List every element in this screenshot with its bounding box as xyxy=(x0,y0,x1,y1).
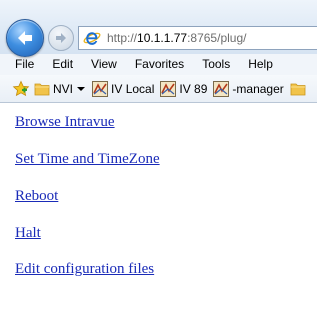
page-content: Browse Intravue Set Time and TimeZone Re… xyxy=(0,104,317,330)
address-bar[interactable]: http://10.1.1.77:8765/plug/ xyxy=(78,26,317,50)
link-reboot[interactable]: Reboot xyxy=(15,188,58,205)
favorite-iv-local[interactable]: IV Local xyxy=(92,80,155,97)
favorite-label: IV Local xyxy=(111,81,155,96)
menu-favorites[interactable]: Favorites xyxy=(126,54,193,75)
url-suffix: :8765/plug/ xyxy=(187,31,247,45)
favorite-folder-nvi[interactable]: NVI xyxy=(34,82,86,96)
menu-bar: File Edit View Favorites Tools Help xyxy=(0,54,317,75)
intravue-icon xyxy=(213,80,230,97)
favorite-label: NVI xyxy=(53,81,74,96)
menu-file[interactable]: File xyxy=(0,54,43,75)
menu-help[interactable]: Help xyxy=(239,54,282,75)
favorite-label: -manager xyxy=(232,81,284,96)
forward-arrow-icon xyxy=(56,33,66,43)
url-host: 10.1.1.77 xyxy=(137,31,188,45)
internet-explorer-icon xyxy=(83,29,101,47)
favorites-star-icon xyxy=(12,80,30,96)
link-edit-configuration-files[interactable]: Edit configuration files xyxy=(15,261,154,278)
menu-edit[interactable]: Edit xyxy=(43,54,82,75)
link-set-time-timezone[interactable]: Set Time and TimeZone xyxy=(15,151,160,168)
forward-button[interactable] xyxy=(48,25,74,51)
favorite-folder[interactable] xyxy=(290,82,309,96)
link-browse-intravue[interactable]: Browse Intravue xyxy=(15,114,115,131)
favorite-manager[interactable]: -manager xyxy=(213,80,284,97)
folder-icon xyxy=(34,83,50,95)
intravue-icon xyxy=(160,80,177,97)
url-prefix: http:// xyxy=(107,31,138,45)
intravue-icon xyxy=(92,80,109,97)
back-button[interactable] xyxy=(6,19,44,57)
folder-icon xyxy=(290,83,306,95)
navigation-bar: http://10.1.1.77:8765/plug/ xyxy=(0,0,317,57)
dropdown-arrow-icon xyxy=(77,86,86,91)
favorite-iv-89[interactable]: IV 89 xyxy=(160,80,208,97)
favorite-label: IV 89 xyxy=(179,81,208,96)
address-url[interactable]: http://10.1.1.77:8765/plug/ xyxy=(107,31,246,45)
menu-tools[interactable]: Tools xyxy=(193,54,239,75)
link-halt[interactable]: Halt xyxy=(15,225,41,242)
favorites-button[interactable] xyxy=(12,80,30,98)
back-arrow-icon xyxy=(18,31,32,45)
menu-view[interactable]: View xyxy=(82,54,126,75)
favorites-bar: NVI IV Local IV 89 -manager xyxy=(0,75,317,103)
